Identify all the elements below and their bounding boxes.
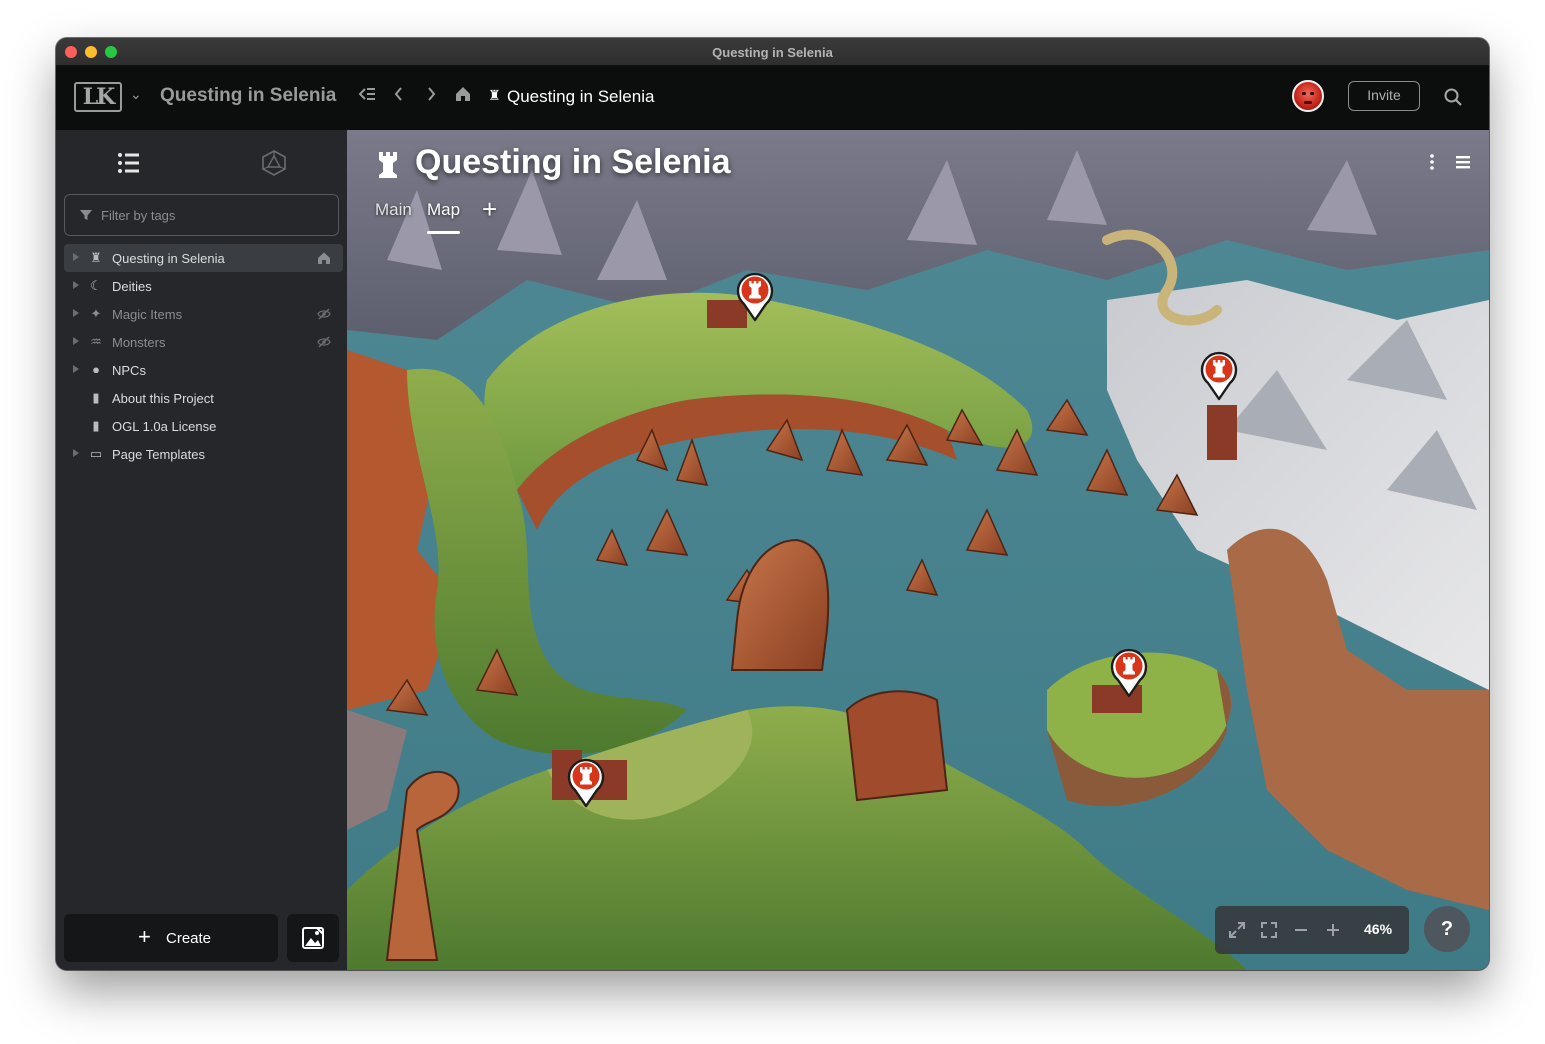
zoom-out-icon[interactable] [1291,920,1311,940]
map-canvas[interactable]: Questing in Selenia Main Map + 46% ? [347,130,1489,970]
eye-off-icon[interactable] [317,307,331,321]
sidebar-item-label: NPCs [112,363,146,378]
project-name[interactable]: Questing in Selenia [160,85,336,107]
rook-icon: ♜ [90,250,102,265]
forward-arrow-icon[interactable] [420,84,442,109]
window-title: Questing in Selenia [712,45,833,60]
add-tab-button[interactable]: + [482,194,497,225]
app-window: Questing in Selenia LK ⌄ Questing in Sel… [56,38,1489,970]
page-title: Questing in Selenia [415,143,731,181]
map-pin[interactable] [1199,349,1239,401]
fantasy-map-image [347,130,1489,970]
map-pin[interactable] [1109,646,1149,698]
window-titlebar: Questing in Selenia [56,38,1489,66]
expand-diagonal-icon[interactable] [1227,920,1247,940]
map-pin[interactable] [735,270,775,322]
dice-tab-icon[interactable] [259,150,289,176]
book-icon: ▮ [92,418,100,433]
sidebar-item-questing-in-selenia[interactable]: ♜ Questing in Selenia [64,244,343,272]
book-icon: ▮ [92,390,100,405]
add-image-button[interactable] [287,914,339,962]
rook-icon: ♜ [488,87,501,103]
user-avatar[interactable] [1292,80,1324,112]
create-label: Create [166,930,212,947]
expand-caret-icon[interactable] [73,365,79,373]
expand-caret-icon[interactable] [73,309,79,317]
search-icon[interactable] [1442,86,1464,108]
zoom-level: 46% [1364,921,1393,937]
more-options-icon[interactable] [1427,152,1437,172]
invite-button[interactable]: Invite [1348,81,1420,111]
plus-icon: + [138,924,151,949]
help-button[interactable]: ? [1424,906,1470,952]
expand-caret-icon[interactable] [73,337,79,345]
dragon-icon: ♒ [90,334,102,349]
filter-icon [80,210,92,220]
map-pin[interactable] [566,756,606,808]
sidebar-item-label: Monsters [112,335,166,350]
home-icon[interactable] [317,251,331,265]
sidebar-item-ogl-1-0a-license[interactable]: ▮ OGL 1.0a License [64,412,343,440]
map-zoom-controls: 46% [1215,906,1409,954]
chevron-down-icon[interactable]: ⌄ [130,86,142,103]
eye-off-icon[interactable] [317,335,331,349]
sidebar-item-label: Page Templates [112,447,205,462]
expand-caret-icon[interactable] [73,449,79,457]
person-icon: ● [92,362,100,377]
create-button[interactable]: + Create [64,914,278,962]
folder-icon: ▭ [89,446,103,461]
sidebar-item-page-templates[interactable]: ▭ Page Templates [64,440,343,468]
zoom-in-icon[interactable] [1323,920,1343,940]
sidebar-item-label: About this Project [112,391,214,406]
home-icon[interactable] [452,84,474,109]
collapse-sidebar-icon[interactable] [356,84,378,109]
image-icon [302,927,324,949]
tag-filter-input[interactable] [101,204,321,226]
pages-tree-tab-icon[interactable] [114,150,144,176]
sidebar-item-npcs[interactable]: ● NPCs [64,356,343,384]
sidebar-item-monsters[interactable]: ♒ Monsters [64,328,343,356]
hamburger-menu-icon[interactable] [1455,154,1471,170]
active-tab-indicator [427,231,460,234]
sidebar-item-label: Deities [112,279,152,294]
tab-main[interactable]: Main [375,200,412,220]
sidebar-item-label: Questing in Selenia [112,251,225,266]
sidebar-item-label: OGL 1.0a License [112,419,217,434]
expand-caret-icon[interactable] [73,253,79,261]
app-logo[interactable]: LK [74,82,122,112]
sidebar-item-deities[interactable]: ☾ Deities [64,272,343,300]
tag-filter[interactable] [64,194,339,236]
sparkles-icon: ✦ [90,306,102,321]
sidebar-item-label: Magic Items [112,307,183,322]
back-arrow-icon[interactable] [388,84,410,109]
page-tree: ♜ Questing in Selenia ☾ Deities ✦ Magic Items… [64,244,343,468]
top-app-bar: LK ⌄ Questing in Selenia ♜ Questing in S… [56,66,1489,130]
expand-caret-icon[interactable] [73,281,79,289]
fullscreen-icon[interactable] [1259,920,1279,940]
breadcrumb[interactable]: Questing in Selenia [507,87,654,107]
tab-map[interactable]: Map [427,200,460,220]
moon-icon: ☾ [90,278,102,293]
rook-icon [379,152,397,178]
sidebar: ♜ Questing in Selenia ☾ Deities ✦ Magic Items… [56,130,347,970]
sidebar-item-magic-items[interactable]: ✦ Magic Items [64,300,343,328]
sidebar-item-about-this-project[interactable]: ▮ About this Project [64,384,343,412]
